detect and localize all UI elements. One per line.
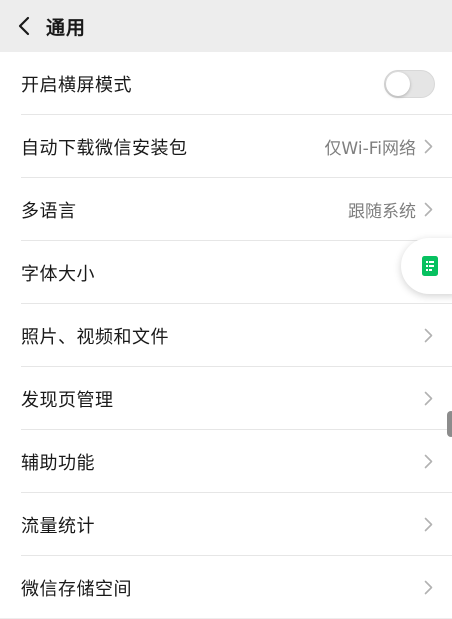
setting-value: 仅Wi-Fi网络	[324, 139, 416, 159]
setting-discover-management[interactable]: 发现页管理	[0, 367, 452, 430]
floating-document-button[interactable]	[401, 238, 452, 294]
setting-font-size[interactable]: 字体大小	[0, 241, 452, 304]
setting-label: 照片、视频和文件	[21, 326, 169, 348]
setting-accessibility[interactable]: 辅助功能	[0, 430, 452, 493]
chevron-right-icon	[424, 202, 434, 218]
chevron-right-icon	[424, 517, 434, 533]
page-title: 通用	[46, 16, 87, 39]
toggle-knob	[386, 71, 410, 96]
setting-label: 开启横屏模式	[21, 74, 132, 96]
setting-photos-videos-files[interactable]: 照片、视频和文件	[0, 304, 452, 367]
landscape-mode-toggle[interactable]	[384, 69, 435, 98]
setting-label: 辅助功能	[21, 452, 95, 474]
setting-label: 多语言	[21, 200, 77, 222]
document-icon	[422, 256, 438, 276]
chevron-right-icon	[424, 391, 434, 407]
edge-handle[interactable]	[447, 411, 452, 437]
chevron-right-icon	[424, 454, 434, 470]
chevron-right-icon	[424, 580, 434, 596]
setting-label: 字体大小	[21, 263, 95, 285]
setting-label: 自动下载微信安装包	[21, 137, 188, 159]
setting-label: 微信存储空间	[21, 578, 132, 600]
setting-value: 跟随系统	[348, 202, 416, 222]
back-button[interactable]	[4, 0, 44, 52]
chevron-right-icon	[424, 328, 434, 344]
setting-label: 流量统计	[21, 515, 95, 537]
setting-storage[interactable]: 微信存储空间	[0, 556, 452, 619]
settings-list: 开启横屏模式 自动下载微信安装包 仅Wi-Fi网络 多语言 跟随系统 字体大小 …	[0, 52, 452, 618]
setting-auto-download[interactable]: 自动下载微信安装包 仅Wi-Fi网络	[0, 115, 452, 178]
navigation-bar: 通用	[0, 0, 452, 52]
setting-label: 发现页管理	[21, 389, 114, 411]
setting-data-usage[interactable]: 流量统计	[0, 493, 452, 556]
setting-landscape-mode[interactable]: 开启横屏模式	[0, 52, 452, 115]
setting-language[interactable]: 多语言 跟随系统	[0, 178, 452, 241]
chevron-left-icon	[18, 16, 30, 36]
chevron-right-icon	[424, 139, 434, 155]
